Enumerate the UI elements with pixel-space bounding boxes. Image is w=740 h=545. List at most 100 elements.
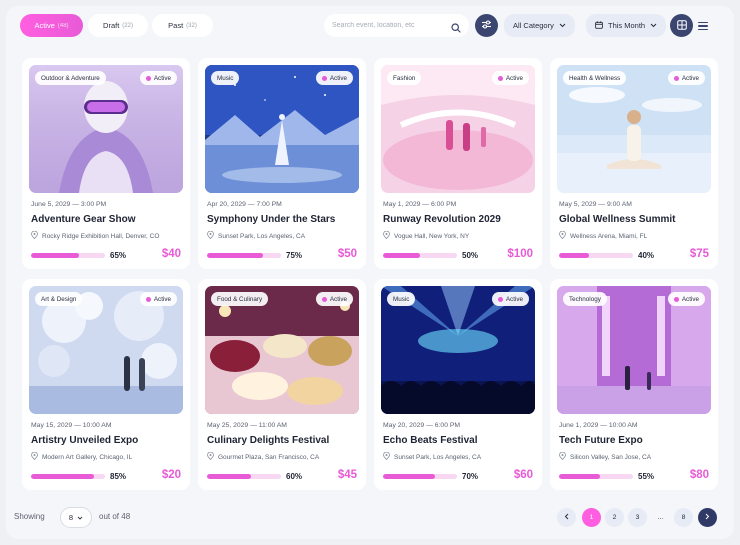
page-8-button[interactable]: 8 <box>674 508 693 527</box>
date-dropdown-label: This Month <box>608 21 646 30</box>
next-page-button[interactable] <box>698 508 717 527</box>
status-dot <box>145 75 151 81</box>
event-price: $75 <box>689 248 709 260</box>
event-image[interactable]: Fashion Active <box>381 65 535 193</box>
page-size-value: 8 <box>68 513 74 522</box>
event-date: Apr 20, 2029 — 7:00 PM <box>207 201 282 208</box>
location-pin-icon <box>559 230 566 241</box>
grid-view-button[interactable] <box>670 14 693 37</box>
tab-past-label: Past <box>168 21 184 30</box>
progress-fill <box>31 474 94 479</box>
category-badge: Health & Wellness <box>563 71 627 85</box>
calendar-icon <box>595 20 603 31</box>
event-date: May 15, 2029 — 10:00 AM <box>31 422 112 429</box>
tab-active[interactable]: Active (48) <box>20 14 83 37</box>
location-text: Sunset Park, Los Angeles, CA <box>394 453 482 461</box>
event-image[interactable]: Food & Culinary Active <box>205 286 359 414</box>
event-image[interactable]: Art & Design Active <box>29 286 183 414</box>
progress-percent: 40% <box>638 251 655 260</box>
chevron-right-icon <box>705 513 710 522</box>
event-card[interactable]: Music Active Apr 20, 2029 — 7:00 PM Symp… <box>198 58 366 269</box>
category-badge: Food & Culinary <box>211 292 269 306</box>
event-image[interactable]: Music Active <box>381 286 535 414</box>
event-image[interactable]: Technology Active <box>557 286 711 414</box>
event-card[interactable]: Art & Design Active May 15, 2029 — 10:00… <box>22 279 190 490</box>
category-dropdown[interactable]: All Category <box>504 14 575 37</box>
event-image[interactable]: Outdoor & Adventure Active <box>29 65 183 193</box>
event-title[interactable]: Tech Future Expo <box>559 435 643 446</box>
location-text: Silicon Valley, San Jose, CA <box>570 453 652 461</box>
page-1-button[interactable]: 1 <box>582 508 601 527</box>
event-title[interactable]: Global Wellness Summit <box>559 214 676 225</box>
event-card[interactable]: Outdoor & Adventure Active June 5, 2029 … <box>22 58 190 269</box>
ticket-progress-bar <box>31 474 105 479</box>
event-title[interactable]: Echo Beats Festival <box>383 435 477 446</box>
status-label: Active <box>153 74 171 82</box>
location-text: Vogue Hall, New York, NY <box>394 232 470 240</box>
search-icon[interactable] <box>451 20 461 38</box>
location-text: Gourmet Plaza, San Francisco, CA <box>218 453 320 461</box>
tab-past[interactable]: Past (32) <box>152 14 213 37</box>
event-price: $45 <box>337 469 357 481</box>
page-2-button[interactable]: 2 <box>605 508 624 527</box>
event-title[interactable]: Symphony Under the Stars <box>207 214 335 225</box>
event-card[interactable]: Music Active May 20, 2029 — 6:00 PM Echo… <box>374 279 542 490</box>
progress-fill <box>559 474 600 479</box>
page-3-button[interactable]: 3 <box>628 508 647 527</box>
page-size-select[interactable]: 8 <box>60 507 92 528</box>
event-card[interactable]: Health & Wellness Active May 5, 2029 — 9… <box>550 58 718 269</box>
status-dot <box>321 75 327 81</box>
event-date: May 5, 2029 — 9:00 AM <box>559 201 632 208</box>
date-dropdown[interactable]: This Month <box>586 14 667 37</box>
event-title[interactable]: Runway Revolution 2029 <box>383 214 501 225</box>
location-text: Modern Art Gallery, Chicago, IL <box>42 453 133 461</box>
progress-percent: 70% <box>462 472 479 481</box>
progress-fill <box>207 253 263 258</box>
chevron-down-icon <box>77 513 83 522</box>
status-label: Active <box>505 295 523 303</box>
filter-button[interactable] <box>475 14 498 37</box>
location-pin-icon <box>31 451 38 462</box>
status-dot <box>145 296 151 302</box>
event-location: Vogue Hall, New York, NY <box>383 230 470 241</box>
progress-fill <box>383 253 420 258</box>
list-view-button[interactable] <box>696 19 710 33</box>
location-text: Rocky Ridge Exhibition Hall, Denver, CO <box>42 232 160 240</box>
tab-active-count: (48) <box>57 22 69 29</box>
event-location: Gourmet Plaza, San Francisco, CA <box>207 451 320 462</box>
event-price: $80 <box>689 469 709 481</box>
footer: Showing 8 out of 48 1 2 3 ... 8 <box>14 507 717 529</box>
status-label: Active <box>153 295 171 303</box>
event-location: Sunset Park, Los Angeles, CA <box>383 451 482 462</box>
tab-draft-count: (22) <box>122 22 133 29</box>
search-input[interactable] <box>332 22 444 29</box>
prev-page-button[interactable] <box>557 508 576 527</box>
category-badge: Art & Design <box>35 292 83 306</box>
tab-draft-label: Draft <box>103 21 120 30</box>
event-date: June 5, 2029 — 3:00 PM <box>31 201 107 208</box>
status-badge: Active <box>315 71 353 85</box>
event-price: $100 <box>507 248 533 260</box>
category-badge: Technology <box>563 292 607 306</box>
tab-draft[interactable]: Draft (22) <box>88 14 148 37</box>
event-card[interactable]: Fashion Active May 1, 2029 — 6:00 PM Run… <box>374 58 542 269</box>
event-image[interactable]: Health & Wellness Active <box>557 65 711 193</box>
event-title[interactable]: Adventure Gear Show <box>31 214 135 225</box>
ticket-progress-bar <box>207 474 281 479</box>
progress-percent: 65% <box>110 251 127 260</box>
status-label: Active <box>329 74 347 82</box>
event-image[interactable]: Music Active <box>205 65 359 193</box>
category-badge: Fashion <box>387 71 422 85</box>
event-card[interactable]: Food & Culinary Active May 25, 2029 — 11… <box>198 279 366 490</box>
ticket-progress-bar <box>559 474 633 479</box>
status-dot <box>673 296 679 302</box>
event-title[interactable]: Artistry Unveiled Expo <box>31 435 138 446</box>
progress-percent: 55% <box>638 472 655 481</box>
progress-fill <box>559 253 589 258</box>
event-card[interactable]: Technology Active June 1, 2029 — 10:00 A… <box>550 279 718 490</box>
status-dot <box>497 296 503 302</box>
event-title[interactable]: Culinary Delights Festival <box>207 435 329 446</box>
event-location: Wellness Arena, Miami, FL <box>559 230 647 241</box>
location-pin-icon <box>559 451 566 462</box>
progress-percent: 50% <box>462 251 479 260</box>
